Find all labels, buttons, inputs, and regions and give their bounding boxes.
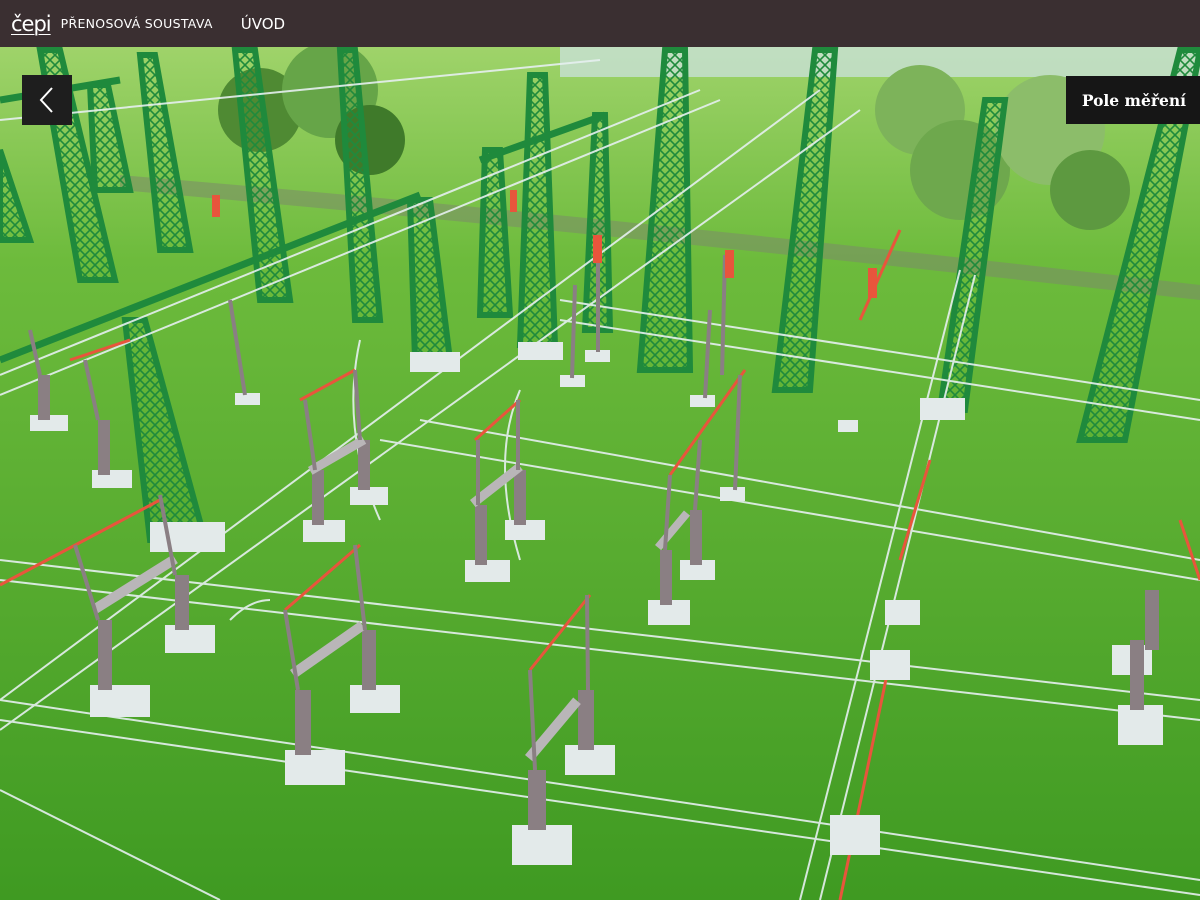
substation-3d-scene[interactable] [0, 47, 1200, 900]
ceps-logo[interactable]: čepi [11, 12, 52, 36]
top-bar: čepi PŘENOSOVÁ SOUSTAVA ÚVOD [0, 0, 1200, 47]
sky-strip [560, 47, 1200, 77]
chevron-left-icon [39, 87, 53, 113]
back-button[interactable] [22, 75, 72, 125]
field-measurement-label: Pole měření [1081, 90, 1186, 110]
nav-home-link[interactable]: ÚVOD [241, 15, 285, 33]
field-measurement-button[interactable]: Pole měření [1065, 76, 1200, 124]
app-title: PŘENOSOVÁ SOUSTAVA [60, 16, 213, 31]
